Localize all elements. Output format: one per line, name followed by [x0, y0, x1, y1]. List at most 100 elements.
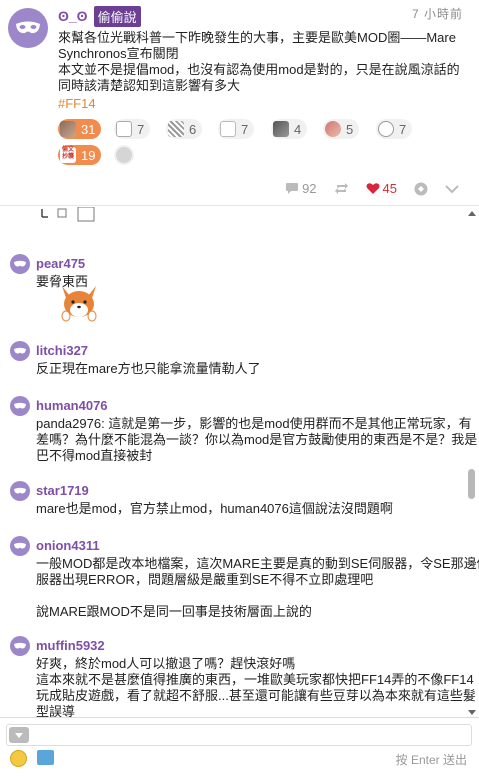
more-options-button[interactable] [445, 184, 459, 194]
reaction-sticker-3 [168, 121, 184, 137]
author-name-badge[interactable]: 偷偷說 [93, 5, 141, 27]
like-button[interactable]: 45 [366, 181, 397, 196]
mask-icon [14, 642, 26, 649]
commenter-name[interactable]: onion4311 [36, 538, 100, 553]
reaction-count: 5 [346, 121, 354, 137]
comment-text: mare也是mod，官方禁止mod，human4076這個說法沒問題啊 [36, 501, 456, 517]
mask-icon [14, 260, 26, 267]
comment-line: 巴不得mod直接被封 [36, 448, 153, 463]
reaction-button[interactable]: 31 [58, 119, 102, 139]
reaction-sticker-6 [325, 121, 341, 137]
commenter-name[interactable]: human4076 [36, 398, 108, 413]
commenter-avatar[interactable] [10, 481, 30, 501]
chevron-down-icon [445, 184, 459, 193]
expand-toggle-button[interactable] [9, 727, 29, 743]
comment-item: star1719 mare也是mod，官方禁止mod，human4076這個說法… [0, 481, 470, 521]
comment-item: human4076 panda2976: 這就是第一步，影響的也是mod使用群而… [0, 396, 478, 466]
mask-icon [14, 402, 26, 409]
mask-icon [14, 542, 26, 549]
comment-line-blank [36, 588, 456, 604]
comment-item: onion4311 一般MOD都是改本地檔案，這次MARE主要是真的動到SE伺服… [0, 536, 479, 621]
comment-text: 好爽，終於mod人可以撤退了嗎？趕快滾好嗎 這本來就不是甚麼值得推廣的東西，一堆… [36, 656, 476, 717]
reaction-button[interactable]: 6 [166, 119, 203, 139]
image-upload-icon[interactable] [37, 750, 54, 765]
post-body-line: 同時該清楚認知到這影響有多大 [58, 78, 241, 93]
commenter-name[interactable]: pear475 [36, 256, 85, 271]
comment-text: 反正現在mare方也只能拿流量情勒人了 [36, 361, 456, 377]
comment-line: 型誤導 [36, 704, 76, 717]
comment-item: litchi327 反正現在mare方也只能拿流量情勒人了 [0, 341, 470, 381]
reaction-count: 6 [189, 121, 197, 137]
comment-line: 服器出現ERROR，問題層級是嚴重到SE不得不立即處理吧 [36, 572, 374, 587]
commenter-name[interactable]: litchi327 [36, 343, 88, 358]
scroll-thumb[interactable] [468, 469, 475, 499]
post-card: ʘ_ʘ 偷偷說 7 小時前 來幫各位光戰科普一下昨晚發生的大事，主要是歐美MOD… [0, 0, 479, 206]
sticker-image-partial [41, 207, 95, 222]
author-id[interactable]: ʘ_ʘ [58, 8, 88, 24]
author-avatar[interactable] [8, 8, 48, 48]
reaction-sticker-8: 偷文 抄襲 [60, 147, 76, 163]
reaction-sticker-4 [220, 121, 236, 137]
commenter-name[interactable]: muffin5932 [36, 638, 105, 653]
comment-input[interactable] [6, 724, 472, 746]
reaction-button[interactable]: 4 [271, 119, 308, 139]
heart-icon [366, 183, 380, 194]
emoji-icon[interactable] [10, 750, 27, 767]
author-row: ʘ_ʘ 偷偷說 [58, 5, 141, 27]
reaction-button[interactable]: 7 [218, 119, 255, 139]
bookmark-button[interactable] [414, 182, 428, 196]
like-count: 45 [382, 181, 397, 196]
post-body-line: Synchronos宣布關閉 [58, 46, 179, 61]
commenter-avatar[interactable] [10, 341, 30, 361]
reaction-button[interactable]: 偷文 抄襲 19 [58, 145, 102, 165]
reaction-sticker-7 [378, 121, 394, 137]
comment-count: 92 [302, 181, 317, 196]
comment-line: 一般MOD都是改本地檔案，這次MARE主要是真的動到SE伺服器，令SE那邊伺 [36, 556, 479, 571]
comment-scrollbar[interactable] [467, 207, 477, 717]
comment-count-button[interactable]: 92 [285, 181, 317, 196]
reaction-button[interactable]: 7 [376, 119, 413, 139]
reaction-count: 4 [294, 121, 302, 137]
reaction-button[interactable]: 7 [114, 119, 151, 139]
reaction-button[interactable]: 5 [323, 119, 360, 139]
reaction-count: 31 [81, 121, 96, 137]
commenter-avatar[interactable] [10, 536, 30, 556]
add-reaction-button[interactable] [114, 145, 134, 165]
reaction-count: 19 [81, 147, 96, 163]
post-body: 來幫各位光戰科普一下昨晚發生的大事，主要是歐美MOD圈——Mare Synchr… [58, 30, 470, 94]
post-hashtag[interactable]: #FF14 [58, 96, 96, 111]
share-button[interactable] [334, 182, 349, 195]
fox-sticker-image [61, 286, 97, 322]
comment-line: 差嗎？為什麼不能混為一談？你以為mod是官方鼓勵使用的東西是不是？我是 [36, 432, 478, 447]
commenter-name[interactable]: star1719 [36, 483, 89, 498]
commenter-avatar[interactable] [10, 636, 30, 656]
comment-line: panda2976: 這就是第一步，影響的也是mod使用群而不是其他正常玩家，有 [36, 416, 472, 431]
comment-line: 說MARE跟MOD不是同一回事是技術層面上說的 [36, 604, 312, 619]
mask-icon [14, 347, 26, 354]
scroll-up-arrow-icon[interactable] [468, 211, 476, 216]
repost-icon [334, 183, 348, 194]
post-body-line: 本文並不是提倡mod，也沒有認為使用mod是對的，只是在說風涼話的 [58, 62, 460, 77]
reaction-sticker-1 [60, 121, 76, 137]
mask-icon [16, 21, 40, 34]
comment-item: muffin5932 好爽，終於mod人可以撤退了嗎？趕快滾好嗎 這本來就不是甚… [0, 636, 476, 717]
comment-line: 玩成貼皮遊戲，看了就超不舒服...甚至還可能讓有些豆芽以為本來就有這些髮 [36, 688, 476, 703]
commenter-avatar[interactable] [10, 396, 30, 416]
comment-input-area: 按 Enter 送出 [0, 717, 479, 776]
comment-line: mare也是mod，官方禁止mod，human4076這個說法沒問題啊 [36, 501, 393, 516]
comment-list[interactable]: pear475 要脅東西 litchi327 反正現在mare方也只能拿流量情勒… [0, 207, 479, 717]
commenter-avatar[interactable] [10, 254, 30, 274]
comment-text: 一般MOD都是改本地檔案，這次MARE主要是真的動到SE伺服器，令SE那邊伺 服… [36, 556, 479, 620]
post-actions: 92 45 [268, 181, 459, 196]
comment-line: 反正現在mare方也只能拿流量情勒人了 [36, 361, 261, 376]
comment-item: pear475 要脅東西 [0, 254, 470, 329]
bookmark-icon [414, 182, 428, 195]
reaction-count: 7 [399, 121, 407, 137]
comment-line: 這本來就不是甚麼值得推廣的東西，一堆歐美玩家都快把FF14弄的不像FF14 [36, 672, 474, 687]
scroll-down-arrow-icon[interactable] [468, 710, 476, 715]
comment-icon [286, 183, 299, 194]
reaction-sticker-5 [273, 121, 289, 137]
send-hint: 按 Enter 送出 [395, 753, 467, 767]
reaction-sticker-2 [116, 121, 132, 137]
reaction-count: 7 [137, 121, 145, 137]
